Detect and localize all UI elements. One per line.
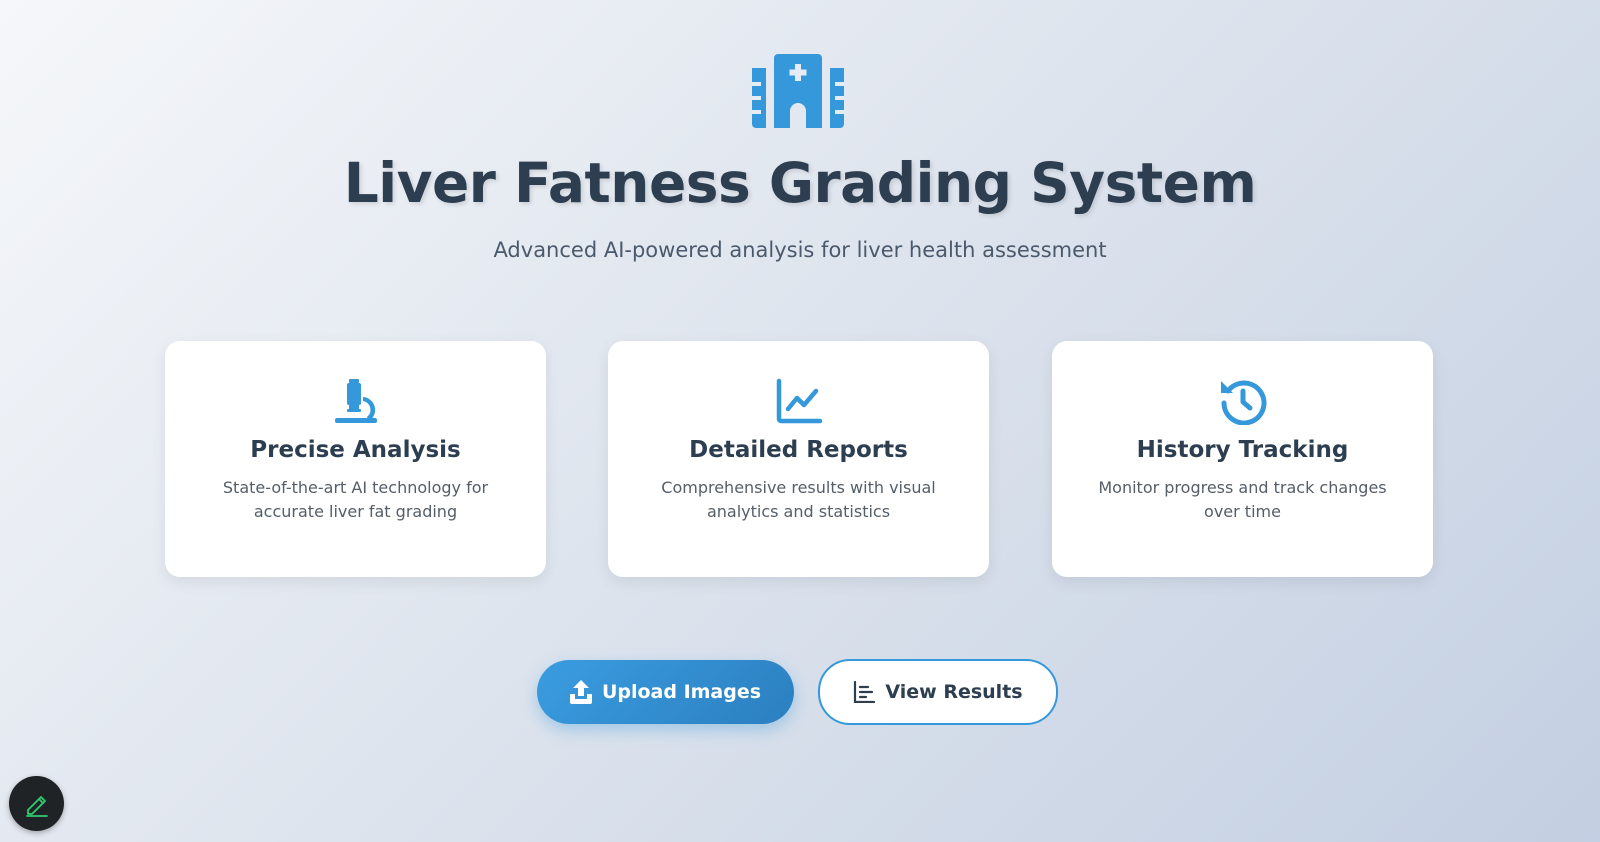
view-results-label: View Results bbox=[885, 681, 1023, 703]
upload-images-button[interactable]: Upload Images bbox=[537, 660, 794, 724]
feature-description: Comprehensive results with visual analyt… bbox=[661, 478, 936, 521]
page-title: Liver Fatness Grading System bbox=[343, 151, 1257, 215]
history-icon bbox=[1220, 380, 1266, 425]
feature-card-history-tracking: History Tracking Monitor progress and tr… bbox=[1052, 341, 1433, 577]
upload-icon bbox=[569, 680, 592, 704]
list-icon bbox=[854, 681, 876, 703]
feature-title: Precise Analysis bbox=[250, 437, 461, 463]
hospital-icon bbox=[752, 54, 844, 128]
feature-card-detailed-reports: Detailed Reports Comprehensive results w… bbox=[608, 341, 989, 577]
view-results-button[interactable]: View Results bbox=[818, 659, 1058, 725]
feature-description: Monitor progress and track changes over … bbox=[1098, 478, 1387, 521]
microscope-icon bbox=[334, 379, 377, 423]
line-chart-icon bbox=[776, 378, 822, 424]
feature-title: History Tracking bbox=[1136, 437, 1349, 463]
feature-description: State-of-the-art AI technology for accur… bbox=[222, 478, 489, 521]
page-subtitle: Advanced AI-powered analysis for liver h… bbox=[493, 238, 1107, 262]
pencil-icon bbox=[25, 795, 48, 817]
edit-fab-button[interactable] bbox=[9, 776, 64, 831]
feature-card-precise-analysis: Precise Analysis State-of-the-art AI tec… bbox=[165, 341, 546, 577]
upload-images-label: Upload Images bbox=[601, 681, 762, 703]
feature-title: Detailed Reports bbox=[689, 437, 908, 463]
